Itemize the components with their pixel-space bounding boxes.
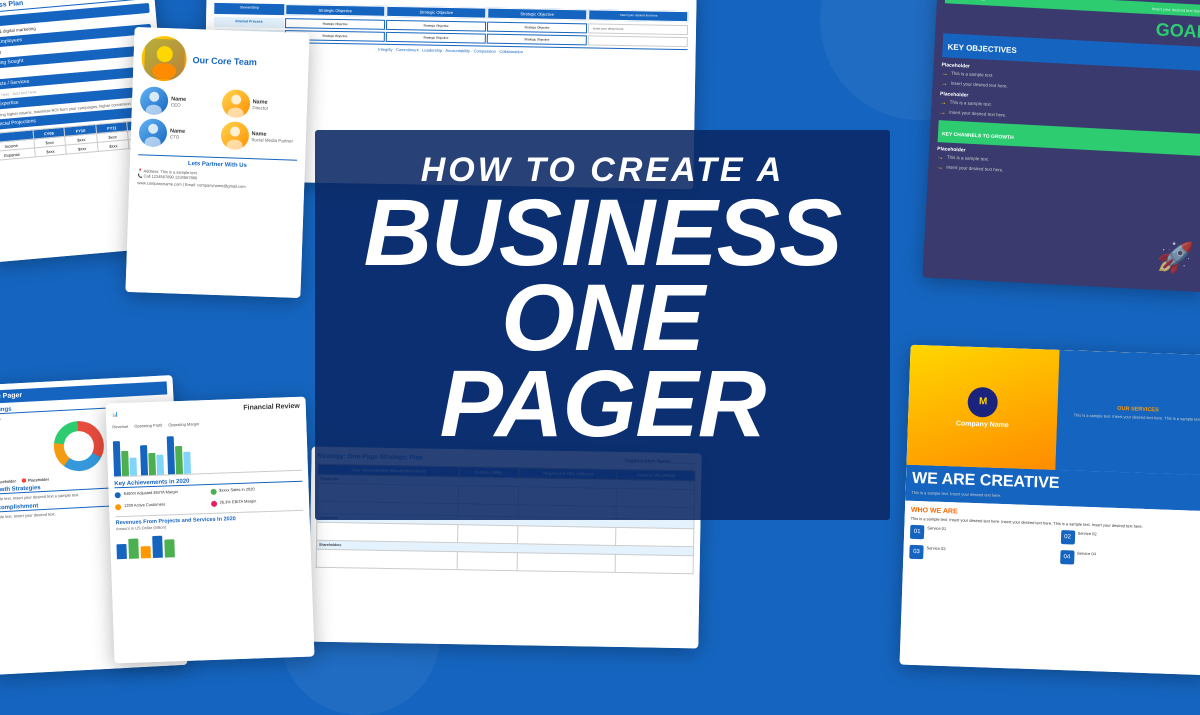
goals-card: DATE HERE Insert your desired text here.… [922, 0, 1200, 292]
donut-chart [52, 420, 105, 473]
core-team-card: Our Core Team Name CEO [125, 27, 309, 298]
team-photo [141, 35, 188, 82]
main-headline: HOW TO CREATE A BUSINESS ONE PAGER [315, 130, 890, 472]
team-member-4: Name Social Media Partner [220, 121, 298, 152]
revenue-mini-chart [116, 528, 305, 560]
services-grid: 01 Service 01 02 Service 02 03 Service 0… [909, 525, 1200, 572]
team-member-1: Name CEO [140, 86, 218, 117]
achievements-section: Key Achievements in 2020 $450m Adjusted … [114, 475, 305, 560]
main-container: Business Plan Industry: Marketing & digi… [0, 0, 1200, 655]
finance-card: 📊 Financial Review Revenue Operating Pro… [106, 397, 315, 664]
who-we-are-section: WHO WE ARE This is a sample text. Insert… [903, 501, 1200, 579]
avatar-3 [139, 118, 168, 147]
company-services-card: M Company Name OUR SERVICES This is a sa… [900, 345, 1200, 676]
company-logo: M [968, 386, 999, 417]
core-team-title: Our Core Team [192, 55, 257, 67]
avatar-4 [220, 121, 249, 150]
partner-section: Lets Partner With Us 📍 Address: This is … [137, 154, 297, 191]
avatar-1 [140, 86, 169, 115]
team-grid: Name CEO Name Director [139, 86, 300, 152]
services-top-section: M Company Name OUR SERVICES This is a sa… [906, 345, 1200, 476]
avatar-2 [221, 89, 250, 118]
team-member-3: Name CTO [139, 118, 217, 149]
team-member-2: Name Director [221, 89, 299, 120]
rocket-icon: 🚀 [1156, 240, 1195, 277]
bar-chart [113, 426, 302, 478]
